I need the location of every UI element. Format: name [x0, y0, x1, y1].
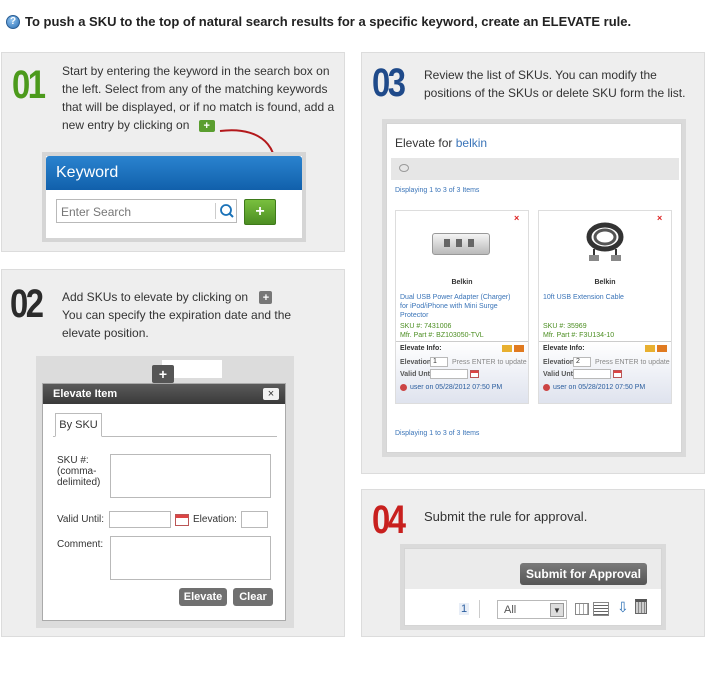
page-divider: [479, 600, 480, 618]
elevation-input[interactable]: 2: [573, 357, 591, 367]
product-image-detail: [456, 239, 462, 247]
info-icons[interactable]: [645, 345, 667, 352]
sku-textarea[interactable]: [110, 454, 271, 498]
dialog-title: Elevate Item: [53, 388, 118, 400]
close-icon: ×: [267, 388, 275, 400]
product-mfr: Mfr. Part #: BZ103050-TVL: [400, 332, 484, 339]
product-image-detail: [444, 239, 450, 247]
chevron-down-icon: ▼: [550, 603, 564, 617]
calendar-icon[interactable]: [175, 514, 189, 526]
user-icon: [543, 384, 550, 391]
product-image-detail: [468, 239, 474, 247]
elevate-info-box: Elevate Info: Elevation 1 Press ENTER to…: [396, 341, 528, 403]
page-number[interactable]: 1: [459, 603, 470, 615]
submit-screenshot: Submit for Approval 1 All ▼ ⇩: [404, 548, 662, 626]
step3-number: 03: [372, 61, 406, 105]
keyword-widget: Keyword Enter Search +: [46, 156, 302, 238]
comment-textarea[interactable]: [110, 536, 271, 580]
elevation-input[interactable]: 1: [430, 357, 448, 367]
elevate-info-label: Elevate Info:: [400, 345, 442, 352]
power-adapter-image: [430, 221, 494, 265]
valid-until-label: Valid Until: [400, 371, 434, 378]
step2-text: Add SKUs to elevate by clicking on + You…: [62, 290, 292, 340]
step1-text: Start by entering the keyword in the sea…: [62, 64, 335, 132]
page-header: ? To push a SKU to the top of natural se…: [6, 14, 631, 29]
user-icon: [400, 384, 407, 391]
step4-panel: 04 Submit the rule for approval. Submit …: [361, 489, 705, 637]
product-mfr: Mfr. Part #: F3U134-10: [543, 332, 615, 339]
valid-until-input[interactable]: [573, 369, 611, 379]
sku-card: × Belkin Dual USB Power Adapter (Charger…: [395, 210, 529, 404]
product-brand: Belkin: [451, 279, 473, 286]
displaying-bottom: Displaying 1 to 3 of 3 Items: [395, 430, 480, 437]
search-divider: [215, 203, 216, 219]
info-icons[interactable]: [502, 345, 524, 352]
search-input[interactable]: Enter Search: [56, 199, 237, 223]
keyword-titlebar: Keyword: [46, 156, 302, 190]
displaying-top: Displaying 1 to 3 of 3 Items: [395, 187, 480, 194]
elevation-label: Elevation: [400, 359, 432, 366]
delete-sku-icon[interactable]: ×: [657, 213, 662, 223]
product-sku: SKU #: 35969: [543, 323, 587, 330]
step2-number: 02: [10, 282, 44, 326]
user-line: user on 05/28/2012 07:50 PM: [553, 384, 646, 391]
enter-hint: Press ENTER to update: [452, 359, 527, 366]
step3-panel: 03 Review the list of SKUs. You can modi…: [361, 52, 705, 474]
inline-plus-icon: +: [259, 291, 273, 305]
delete-sku-icon[interactable]: ×: [514, 213, 519, 223]
step4-text: Submit the rule for approval.: [424, 509, 588, 524]
step4-number: 04: [372, 498, 406, 542]
open-dialog-plus-button[interactable]: +: [152, 365, 174, 383]
sku-card: × Belkin 10ft USB Extension Cable SKU #:…: [538, 210, 672, 404]
step1-number: 01: [12, 63, 46, 107]
comment-icon[interactable]: [399, 164, 409, 172]
valid-until-input[interactable]: [109, 511, 171, 528]
dialog-titlebar: Elevate Item ×: [43, 384, 285, 404]
tab-by-sku[interactable]: By SKU: [55, 413, 102, 437]
elevation-label: Elevation:: [193, 514, 237, 525]
list-view-icon[interactable]: [593, 602, 609, 616]
dialog-close-button[interactable]: ×: [263, 388, 279, 400]
filter-select[interactable]: All ▼: [497, 600, 567, 619]
header-text: To push a SKU to the top of natural sear…: [25, 14, 632, 29]
grid-view-icon[interactable]: [575, 603, 589, 615]
product-name[interactable]: 10ft USB Extension Cable: [543, 293, 663, 302]
valid-until-label: Valid Until: [543, 371, 577, 378]
usb-cable-image: [586, 222, 624, 261]
enter-hint: Press ENTER to update: [595, 359, 670, 366]
add-keyword-button[interactable]: +: [244, 199, 276, 225]
help-icon: ?: [6, 14, 20, 29]
comment-bar: [391, 158, 679, 180]
step1-panel: 01 Start by entering the keyword in the …: [1, 52, 345, 252]
elevate-button[interactable]: Elevate: [179, 588, 227, 606]
search-icon[interactable]: [219, 203, 235, 219]
calendar-icon[interactable]: [613, 370, 622, 378]
product-brand: Belkin: [594, 279, 616, 286]
elevate-info-box: Elevate Info: Elevation 2 Press ENTER to…: [539, 341, 671, 403]
elevate-info-label: Elevate Info:: [543, 345, 585, 352]
step3-text: Review the list of SKUs. You can modify …: [424, 68, 686, 100]
product-name[interactable]: Dual USB Power Adapter (Charger) for iPo…: [400, 293, 516, 320]
user-line: user on 05/28/2012 07:50 PM: [410, 384, 503, 391]
sku-label: SKU #: (comma- delimited): [57, 455, 101, 488]
keyword-title: Keyword: [56, 164, 119, 181]
elevation-input[interactable]: [241, 511, 268, 528]
download-icon[interactable]: ⇩: [617, 599, 629, 616]
valid-until-label: Valid Until:: [57, 514, 105, 525]
elevation-label: Elevation: [543, 359, 575, 366]
elevate-for-title: Elevate for belkin: [395, 136, 488, 150]
elevate-item-dialog: Elevate Item × By SKU SKU #: (comma- del…: [42, 383, 286, 621]
trash-icon[interactable]: [635, 599, 647, 614]
comment-label: Comment:: [57, 539, 104, 550]
submit-for-approval-button[interactable]: Submit for Approval: [520, 563, 647, 585]
clear-button[interactable]: Clear: [233, 588, 273, 606]
calendar-icon[interactable]: [470, 370, 479, 378]
valid-until-input[interactable]: [430, 369, 468, 379]
elevate-list-screenshot: Elevate for belkin Displaying 1 to 3 of …: [386, 123, 682, 453]
step2-panel: 02 Add SKUs to elevate by clicking on + …: [1, 269, 345, 637]
product-sku: SKU #: 7431006: [400, 323, 452, 330]
